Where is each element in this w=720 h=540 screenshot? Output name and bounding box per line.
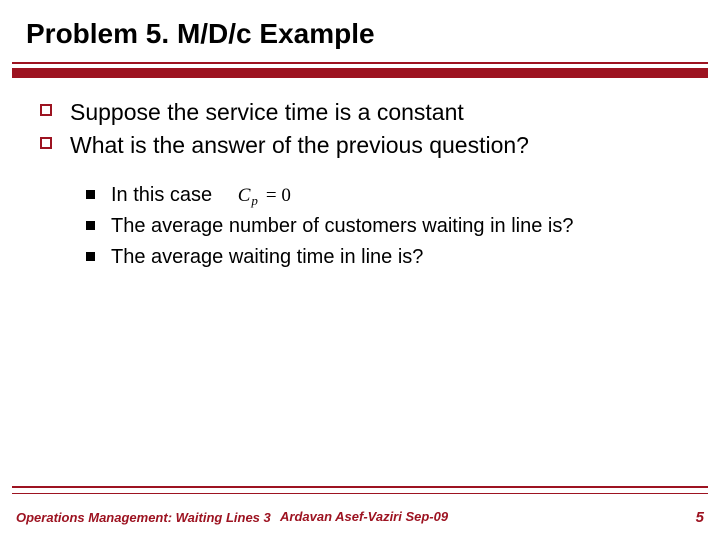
formula-symbol: C xyxy=(238,183,251,209)
hollow-square-icon xyxy=(40,104,52,116)
title-rule xyxy=(12,68,708,78)
filled-square-icon xyxy=(86,221,95,230)
filled-square-icon xyxy=(86,252,95,261)
formula: Cp = 0 xyxy=(238,183,295,209)
bullet-level1: What is the answer of the previous quest… xyxy=(40,131,690,160)
footer-rule-thin xyxy=(12,493,708,494)
bullet-text-part: In this case xyxy=(111,184,212,206)
bullet-level2: The average number of customers waiting … xyxy=(86,213,690,240)
title-rule-thin xyxy=(12,62,708,64)
bullet-level1: Suppose the service time is a constant xyxy=(40,98,690,127)
footer-center: Ardavan Asef-Vaziri Sep-09 xyxy=(280,509,448,524)
page-number: 5 xyxy=(696,509,704,526)
sub-bullet-group: In this case Cp = 0 The average number o… xyxy=(86,182,690,271)
hollow-square-icon xyxy=(40,137,52,149)
bullet-text: Suppose the service time is a constant xyxy=(70,98,464,127)
footer-left: Operations Management: Waiting Lines 3 xyxy=(16,510,271,525)
formula-subscript: p xyxy=(251,192,258,210)
formula-rhs: = 0 xyxy=(266,183,291,209)
bullet-level2: The average waiting time in line is? xyxy=(86,244,690,271)
footer-rule xyxy=(12,486,708,488)
filled-square-icon xyxy=(86,190,95,199)
slide: Problem 5. M/D/c Example Suppose the ser… xyxy=(0,0,720,540)
bullet-level2: In this case Cp = 0 xyxy=(86,182,690,209)
bullet-text: In this case Cp = 0 xyxy=(111,182,295,209)
footer: Operations Management: Waiting Lines 3 A… xyxy=(16,509,704,526)
slide-body: Suppose the service time is a constant W… xyxy=(40,98,690,275)
bullet-text: The average waiting time in line is? xyxy=(111,244,423,271)
slide-title: Problem 5. M/D/c Example xyxy=(0,0,720,50)
bullet-text: What is the answer of the previous quest… xyxy=(70,131,529,160)
bullet-text: The average number of customers waiting … xyxy=(111,213,573,240)
